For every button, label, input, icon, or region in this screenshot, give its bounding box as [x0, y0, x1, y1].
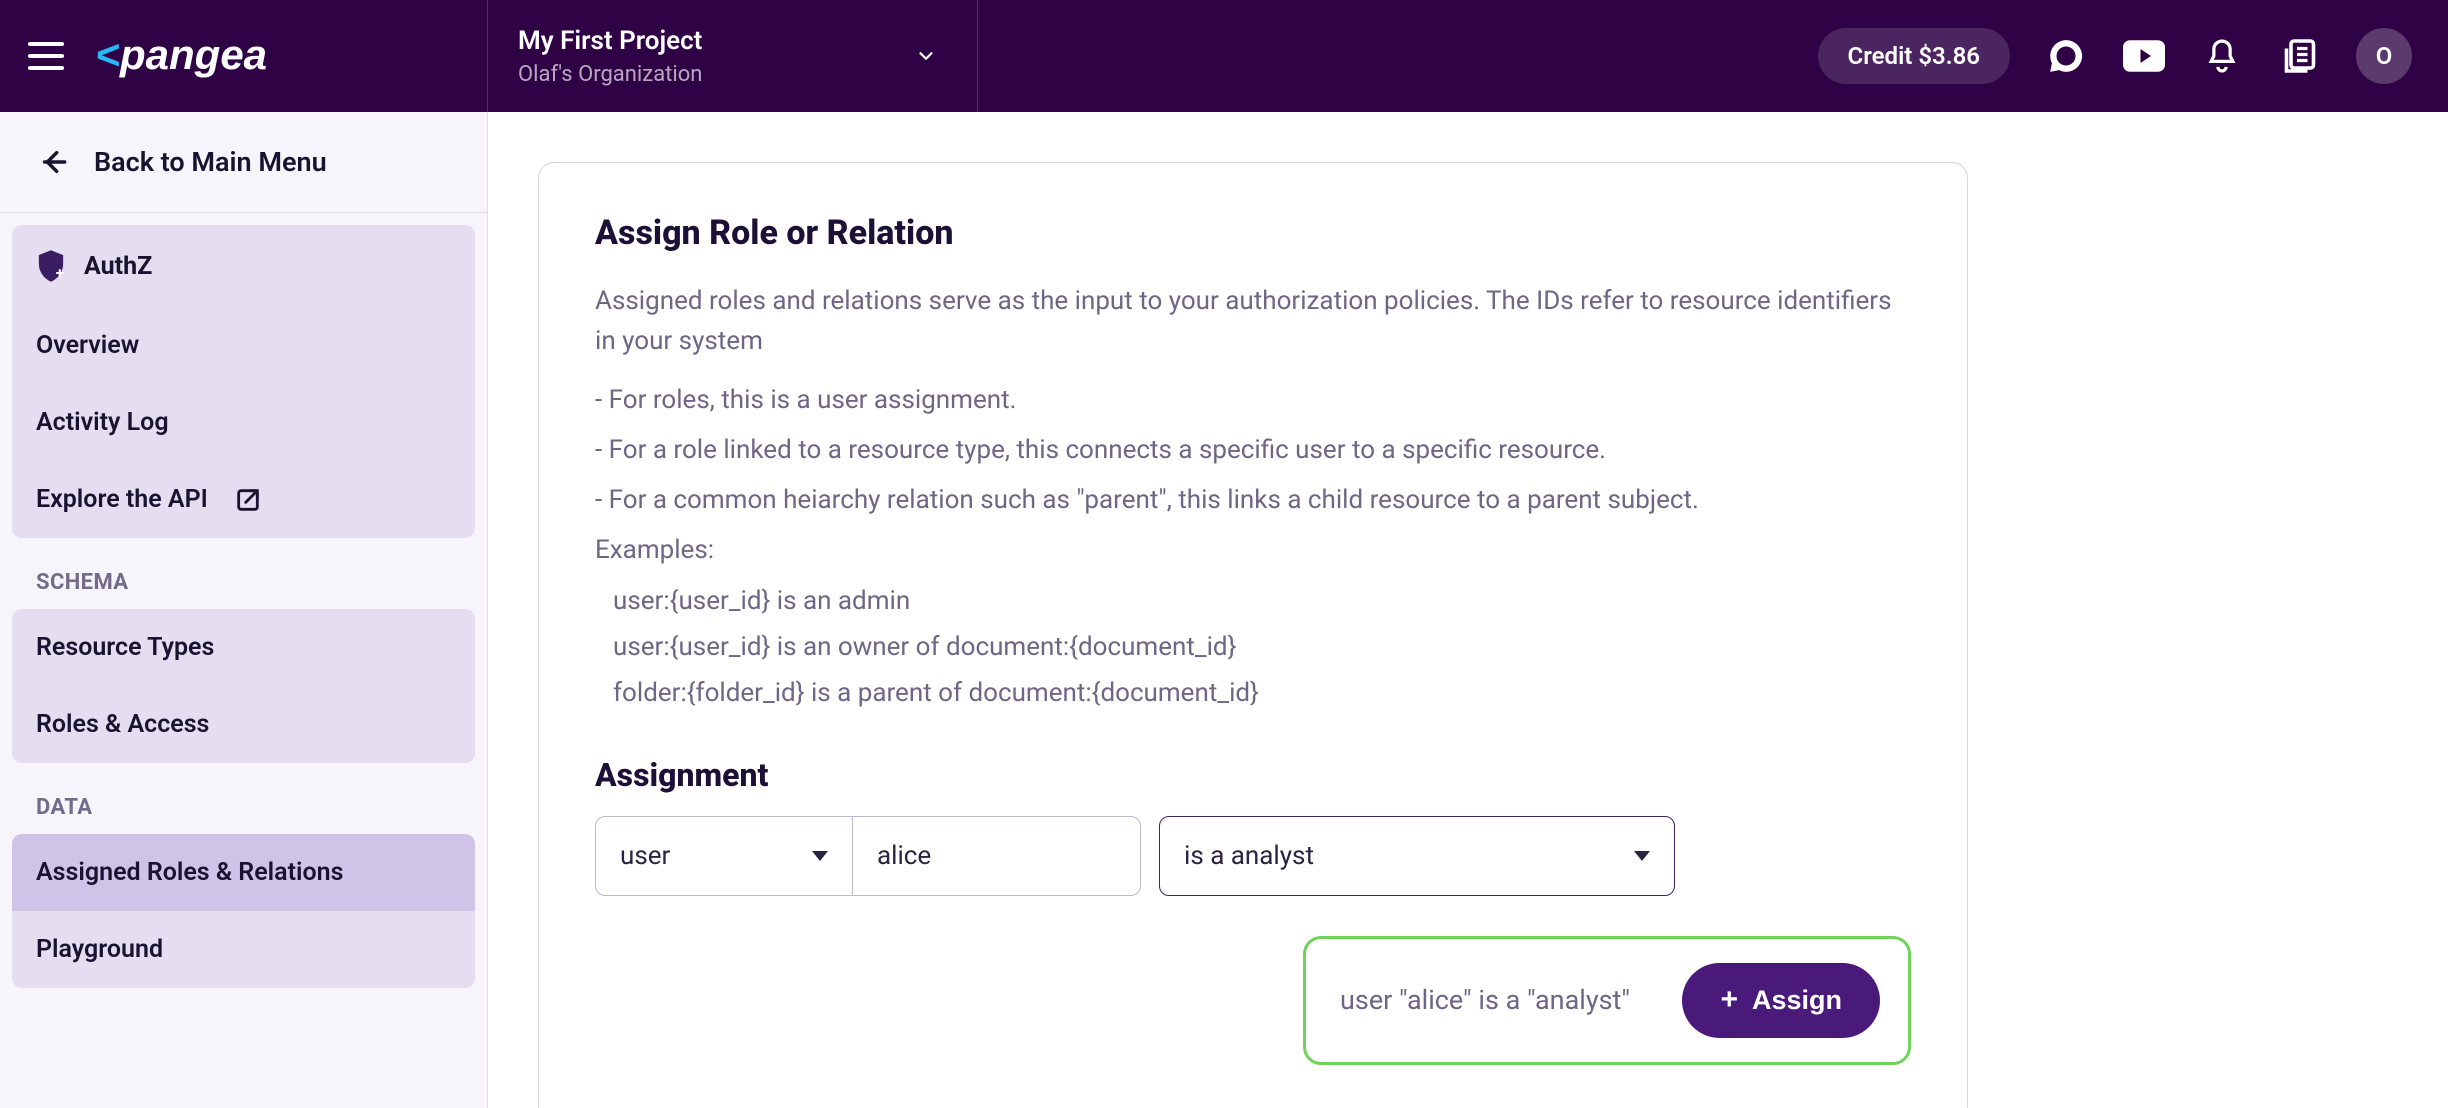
video-icon[interactable]	[2122, 34, 2166, 78]
assign-button[interactable]: + Assign	[1682, 963, 1880, 1038]
project-switcher[interactable]: My First Project Olaf's Organization	[488, 0, 978, 112]
main-content: Assign Role or Relation Assigned roles a…	[488, 112, 2448, 1108]
example-line: user:{user_id} is an owner of document:{…	[595, 627, 1911, 667]
examples-label: Examples:	[595, 530, 1895, 570]
confirm-text: user "alice" is a "analyst"	[1340, 984, 1630, 1016]
assignment-row: user is a analyst	[595, 816, 1911, 896]
org-name: Olaf's Organization	[518, 62, 702, 87]
sidebar-item-label: Resource Types	[36, 633, 214, 662]
product-label: AuthZ	[84, 252, 152, 281]
sidebar-item-label: Overview	[36, 331, 139, 360]
topbar-right: Credit $3.86 O	[1818, 0, 2448, 112]
svg-text:pangea: pangea	[119, 33, 267, 78]
avatar[interactable]: O	[2356, 28, 2412, 84]
sidebar-item-label: Assigned Roles & Relations	[36, 858, 343, 887]
sidebar-item-label: Activity Log	[36, 408, 169, 437]
sidebar: Back to Main Menu + AuthZ Overview Activ…	[0, 112, 488, 1108]
sidebar-product-authz[interactable]: + AuthZ	[12, 225, 475, 307]
svg-text:<: <	[96, 33, 121, 78]
page-title: Assign Role or Relation	[595, 213, 1911, 253]
assignment-heading: Assignment	[595, 756, 1911, 794]
topbar-left: < pangea	[0, 0, 488, 112]
sidebar-heading-schema: SCHEMA	[12, 538, 475, 609]
subject-id-input-wrap[interactable]	[853, 816, 1141, 896]
credit-badge[interactable]: Credit $3.86	[1818, 28, 2010, 84]
docs-icon[interactable]	[2278, 34, 2322, 78]
sidebar-item-roles-access[interactable]: Roles & Access	[12, 686, 475, 763]
svg-text:+: +	[56, 264, 64, 282]
back-label: Back to Main Menu	[94, 146, 327, 178]
bell-icon[interactable]	[2200, 34, 2244, 78]
chat-icon[interactable]	[2044, 34, 2088, 78]
example-line: user:{user_id} is an admin	[595, 581, 1911, 621]
shield-icon: +	[36, 249, 66, 283]
menu-icon[interactable]	[28, 42, 64, 70]
subject-type-value: user	[620, 841, 670, 871]
role-select[interactable]: is a analyst	[1159, 816, 1675, 896]
description-text: Assigned roles and relations serve as th…	[595, 281, 1895, 362]
info-bullet: - For a common heiarchy relation such as…	[595, 480, 1911, 520]
assign-button-label: Assign	[1752, 985, 1842, 1016]
sidebar-item-explore-api[interactable]: Explore the API	[12, 461, 475, 538]
arrow-left-icon	[38, 146, 70, 178]
confirm-box: user "alice" is a "analyst" + Assign	[1303, 936, 1911, 1065]
sidebar-item-activity-log[interactable]: Activity Log	[12, 384, 475, 461]
dropdown-icon	[1634, 851, 1650, 861]
sidebar-heading-data: DATA	[12, 763, 475, 834]
sidebar-item-assigned-roles[interactable]: Assigned Roles & Relations	[12, 834, 475, 911]
assign-card: Assign Role or Relation Assigned roles a…	[538, 162, 1968, 1108]
subject-id-input[interactable]	[877, 841, 1116, 871]
top-header: < pangea My First Project Olaf's Organiz…	[0, 0, 2448, 112]
sidebar-item-label: Roles & Access	[36, 710, 209, 739]
sidebar-item-label: Explore the API	[36, 485, 208, 514]
sidebar-item-resource-types[interactable]: Resource Types	[12, 609, 475, 686]
sidebar-item-label: Playground	[36, 935, 163, 964]
info-bullet: - For roles, this is a user assignment.	[595, 380, 1911, 420]
sidebar-item-overview[interactable]: Overview	[12, 307, 475, 384]
example-line: folder:{folder_id} is a parent of docume…	[595, 673, 1911, 713]
info-bullet: - For a role linked to a resource type, …	[595, 430, 1911, 470]
brand-logo[interactable]: < pangea	[96, 33, 336, 79]
external-link-icon	[234, 486, 262, 514]
dropdown-icon	[812, 851, 828, 861]
chevron-down-icon	[915, 45, 937, 67]
project-name: My First Project	[518, 25, 702, 59]
role-value: is a analyst	[1184, 841, 1314, 871]
back-button[interactable]: Back to Main Menu	[0, 112, 487, 213]
subject-type-select[interactable]: user	[595, 816, 853, 896]
sidebar-item-playground[interactable]: Playground	[12, 911, 475, 988]
